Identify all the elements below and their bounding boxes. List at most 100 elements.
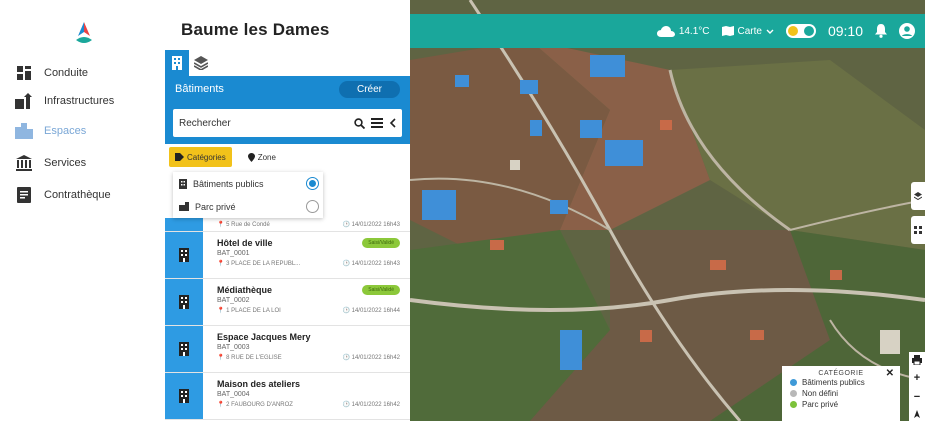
app-root: Conduite Infrastructures Espaces Service… — [0, 0, 925, 421]
search-area — [165, 102, 410, 144]
item-side — [165, 218, 203, 231]
user-avatar-icon[interactable] — [899, 23, 915, 39]
item-date: 🕒 14/01/2022 16h43 — [342, 261, 400, 267]
zoom-in-button[interactable]: + — [914, 372, 920, 384]
north-arrow-icon[interactable] — [914, 409, 920, 418]
filter-zone[interactable]: Zone — [242, 147, 282, 167]
map-imagery — [410, 0, 925, 421]
filter-categories[interactable]: Catégories — [169, 147, 232, 167]
chevron-down-icon — [766, 29, 774, 34]
nav-item-label: Services — [44, 157, 87, 169]
layers-icon — [914, 192, 922, 200]
steering-icon — [14, 63, 34, 83]
infrastructure-icon — [14, 91, 34, 111]
map-legend: CATÉGORIE ✕ Bâtiments publics Non défini… — [782, 366, 900, 421]
nav-item-infrastructures[interactable]: Infrastructures — [14, 90, 114, 112]
map-zoom-controls: + − — [909, 352, 925, 421]
buildings-list: 📍 5 Rue de Condé 🕒 14/01/2022 16h43 Hôte… — [165, 218, 410, 421]
search-input[interactable] — [179, 117, 348, 129]
theme-toggle[interactable] — [785, 24, 816, 38]
item-address: 📍 5 Rue de Condé — [217, 222, 270, 228]
map-type-label: Carte — [737, 25, 762, 37]
item-side — [165, 326, 203, 372]
grid-side-button[interactable] — [911, 216, 925, 244]
legend-title: CATÉGORIE — [818, 370, 864, 377]
item-side — [165, 373, 203, 419]
close-icon[interactable]: ✕ — [886, 368, 894, 379]
nav-item-espaces[interactable]: Espaces — [14, 120, 86, 142]
weather: 14.1°C — [656, 25, 710, 37]
radio-private-park[interactable] — [306, 200, 319, 213]
legend-dot — [790, 390, 797, 397]
list-item[interactable]: Espace Jacques Mery BAT_0003 📍 8 RUE DE … — [165, 326, 410, 373]
item-address: 📍 8 RUE DE L'EGLISE — [217, 355, 282, 361]
create-button[interactable]: Créer — [338, 80, 400, 98]
nav-item-label: Contrathèque — [44, 189, 111, 201]
tab-layers[interactable] — [189, 50, 213, 76]
building-icon — [172, 56, 182, 70]
item-name: Médiathèque — [217, 285, 273, 295]
app-logo-icon — [76, 22, 92, 43]
nav-item-label: Infrastructures — [44, 95, 115, 107]
item-name: Maison des ateliers — [217, 379, 301, 389]
option-label: Bâtiments publics — [193, 178, 264, 189]
nav-item-services[interactable]: Services — [14, 152, 86, 174]
clock-time: 09:10 — [827, 23, 863, 39]
legend-dot — [790, 379, 797, 386]
filter-categories-label: Catégories — [187, 152, 226, 162]
map-icon — [721, 26, 734, 36]
list-item[interactable]: 📍 5 Rue de Condé 🕒 14/01/2022 16h43 — [165, 218, 410, 232]
map-topbar: 14.1°C Carte 09:10 — [410, 14, 925, 48]
option-public-buildings[interactable]: Bâtiments publics — [173, 172, 323, 195]
layers-side-button[interactable] — [911, 182, 925, 210]
cloud-icon — [656, 25, 675, 37]
legend-item: Parc privé — [790, 399, 892, 410]
list-item[interactable]: Maison des ateliers BAT_0004 📍 2 FAUBOUR… — [165, 373, 410, 420]
tab-buildings[interactable] — [165, 50, 189, 76]
building-icon — [179, 295, 189, 309]
zoom-out-button[interactable]: − — [914, 391, 920, 403]
status-badge: Saisi/Validé — [362, 285, 400, 295]
map-type-select[interactable]: Carte — [721, 25, 774, 37]
temperature: 14.1°C — [678, 25, 710, 37]
print-icon[interactable] — [912, 355, 922, 366]
list-icon[interactable] — [371, 118, 383, 128]
item-code: BAT_0003 — [217, 344, 250, 351]
item-address: 📍 2 FAUBOURG D'ANROZ — [217, 402, 293, 408]
option-label: Parc privé — [195, 201, 236, 212]
status-badge: Saisi/Validé — [362, 238, 400, 248]
option-private-park[interactable]: Parc privé — [173, 195, 323, 218]
nav-item-contratheque[interactable]: Contrathèque — [14, 184, 111, 206]
list-item[interactable]: Médiathèque BAT_0002 📍 1 PLACE DE LA LOI… — [165, 279, 410, 326]
filter-bar: Catégories Zone — [165, 144, 410, 170]
satellite-map[interactable] — [410, 0, 925, 421]
item-address: 📍 3 PLACE DE LA REPUBL... — [217, 261, 301, 267]
private-park-icon — [179, 202, 189, 211]
nav-item-label: Espaces — [44, 125, 87, 137]
spaces-icon — [14, 121, 34, 141]
panel-tabs — [165, 50, 410, 76]
contracts-icon — [14, 185, 34, 205]
item-date: 🕒 14/01/2022 16h43 — [342, 222, 400, 228]
services-icon — [14, 153, 34, 173]
search-box — [173, 109, 402, 137]
building-icon — [179, 178, 187, 189]
nav-item-conduite[interactable]: Conduite — [14, 62, 88, 84]
radio-public-buildings[interactable] — [306, 177, 319, 190]
search-icon[interactable] — [354, 117, 365, 129]
bell-icon[interactable] — [875, 24, 887, 38]
chevron-left-icon[interactable] — [389, 118, 396, 128]
item-name: Hôtel de ville — [217, 238, 273, 248]
legend-item: Bâtiments publics — [790, 377, 892, 388]
item-side — [165, 279, 203, 325]
layers-icon — [194, 56, 208, 70]
legend-item: Non défini — [790, 388, 892, 399]
filter-zone-label: Zone — [257, 152, 276, 162]
buildings-panel: Baume les Dames Bâtiments Créer Recherch… — [165, 0, 410, 421]
list-item[interactable]: Hôtel de ville BAT_0001 📍 3 PLACE DE LA … — [165, 232, 410, 279]
left-nav: Conduite Infrastructures Espaces Service… — [0, 0, 165, 421]
item-code: BAT_0001 — [217, 250, 250, 257]
location-pin-icon — [247, 152, 255, 162]
nav-item-label: Conduite — [44, 67, 89, 79]
category-dropdown: Bâtiments publics Parc privé — [173, 172, 323, 218]
